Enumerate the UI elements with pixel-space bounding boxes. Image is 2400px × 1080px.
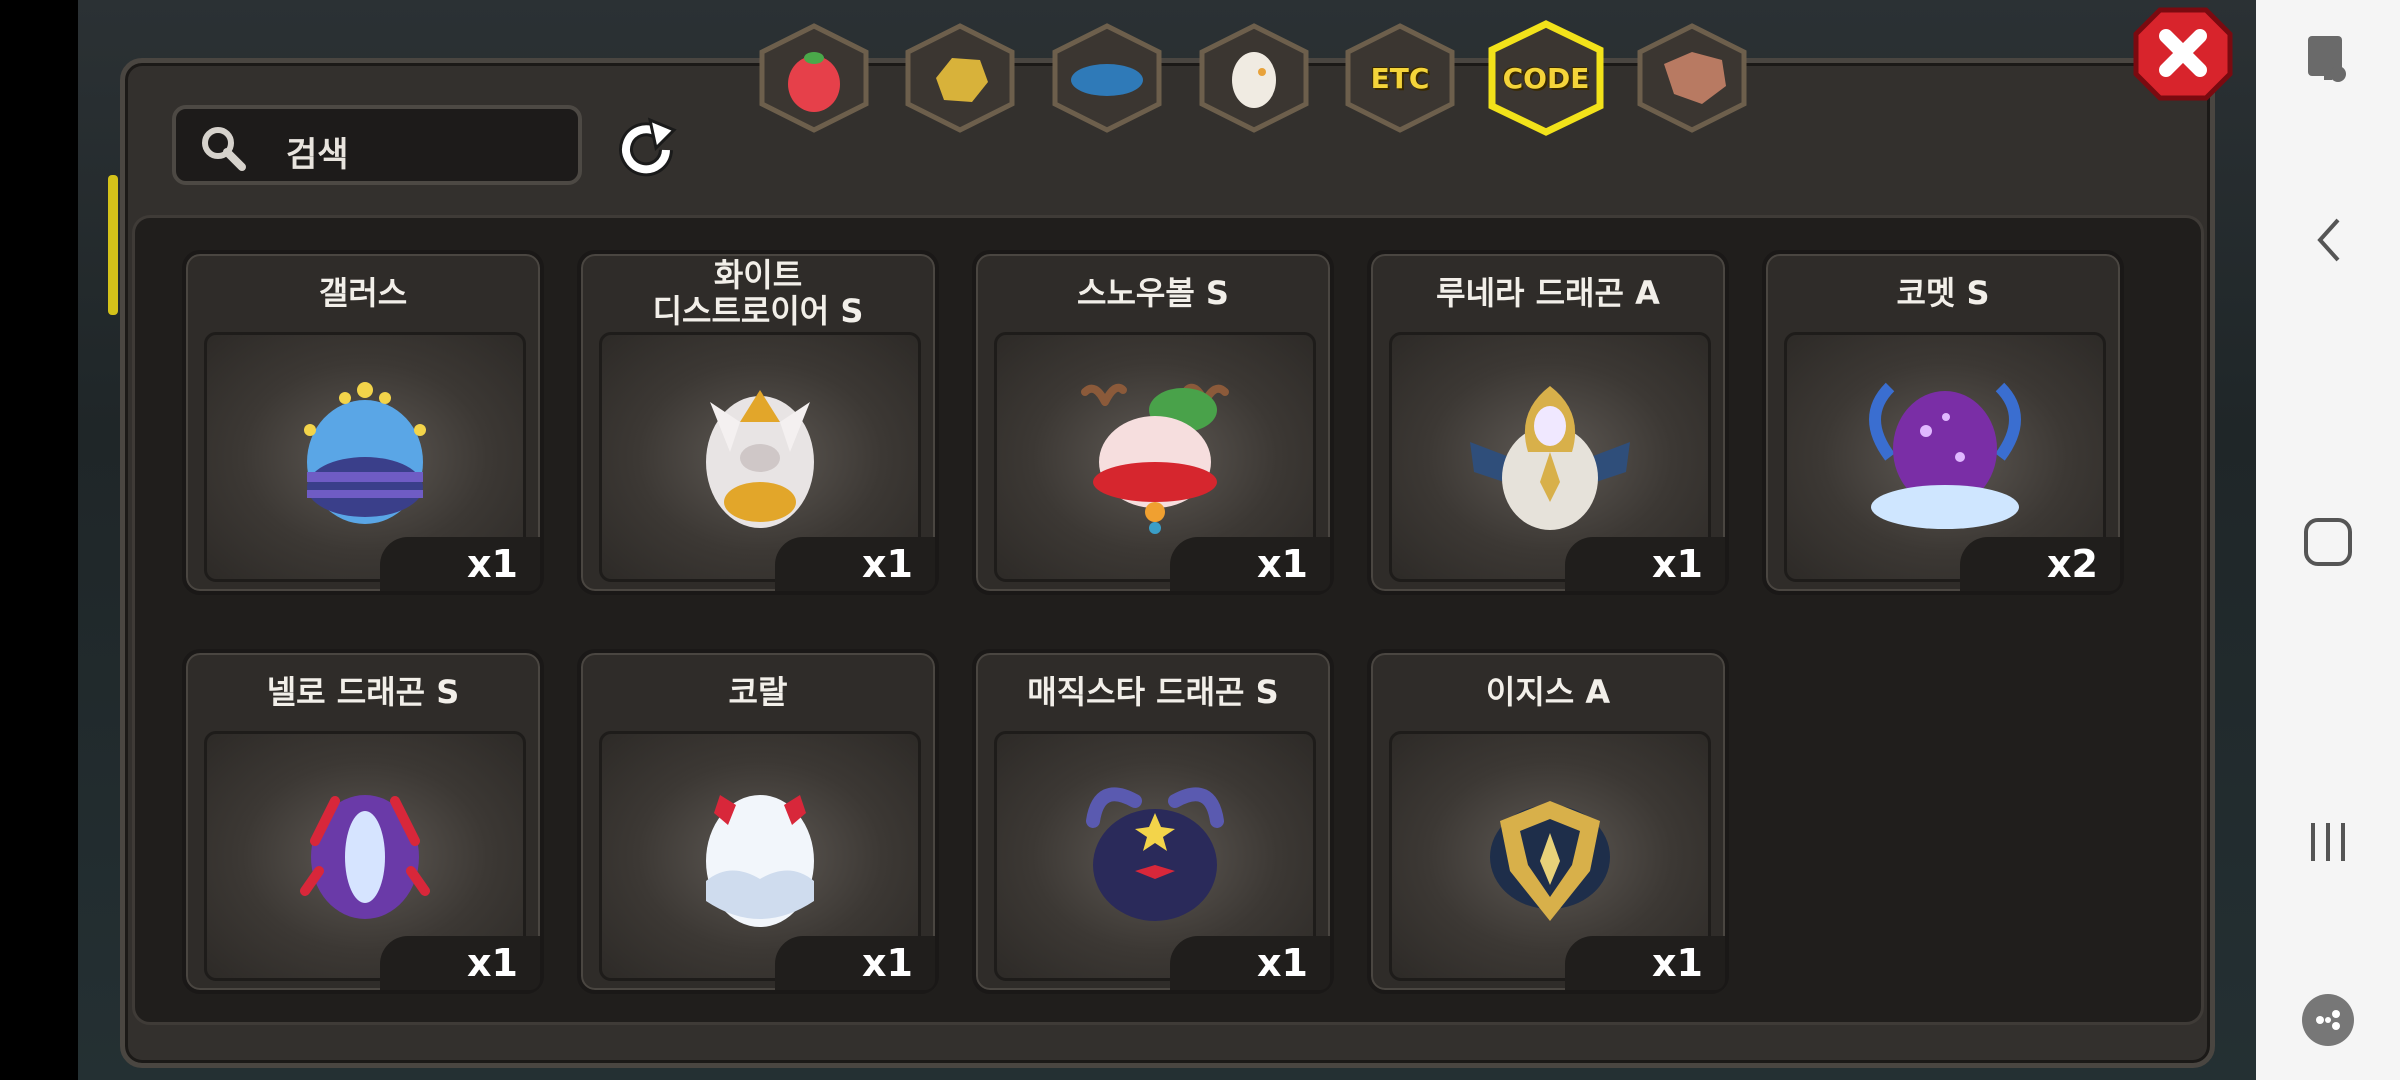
item-name: 화이트 디스트로이어 S (581, 254, 935, 332)
close-icon (2133, 7, 2233, 101)
item-name: 코멧 S (1896, 274, 1990, 312)
search-input[interactable]: 검색 (172, 105, 582, 185)
nello-dragon-egg-icon (300, 795, 430, 920)
lunera-dragon-egg-icon (1470, 386, 1630, 531)
recents-icon[interactable] (2256, 812, 2400, 872)
item-card[interactable]: 이지스 A x1 (1367, 649, 1729, 994)
item-name: 루네라 드래곤 A (1436, 274, 1660, 312)
aegis-egg-icon (1490, 801, 1610, 922)
dragon-head-icon (1637, 23, 1747, 133)
egg-icon (1199, 23, 1309, 133)
gallus-egg-icon (304, 382, 426, 525)
item-card[interactable]: 넬로 드래곤 S x1 (182, 649, 544, 994)
tab-beast[interactable] (1630, 20, 1754, 136)
item-card[interactable]: 스노우볼 S x1 (972, 250, 1334, 595)
item-card[interactable]: 코멧 S x2 (1762, 250, 2124, 595)
item-card[interactable]: 화이트 디스트로이어 S x1 (577, 250, 939, 595)
refresh-button[interactable] (608, 112, 684, 188)
item-quantity: x1 (1170, 936, 1330, 990)
item-name: 코랄 (728, 673, 788, 711)
ore-icon (905, 23, 1015, 133)
item-quantity: x1 (1565, 537, 1725, 591)
item-quantity: x1 (380, 936, 540, 990)
item-quantity: x1 (1565, 936, 1725, 990)
magicstar-dragon-egg-icon (1086, 787, 1224, 922)
search-icon (202, 127, 246, 171)
item-quantity: x1 (1170, 537, 1330, 591)
game-tools-icon[interactable] (2256, 990, 2400, 1050)
close-button[interactable] (2132, 6, 2234, 102)
gesture-hint-icon[interactable] (2256, 28, 2400, 88)
item-name-text: 화이트 디스트로이어 S (652, 256, 864, 330)
home-icon[interactable] (2256, 512, 2400, 572)
item-name: 갤러스 (318, 274, 408, 312)
item-card[interactable]: 코랄 x1 (577, 649, 939, 994)
item-name: 넬로 드래곤 S (266, 673, 460, 711)
item-name: 매직스타 드래곤 S (1027, 673, 1279, 711)
item-quantity: x1 (380, 537, 540, 591)
white-destroyer-egg-icon (706, 390, 814, 529)
comet-egg-icon (1869, 382, 2021, 530)
system-nav-bar (2256, 0, 2400, 1080)
search-placeholder: 검색 (286, 135, 349, 175)
item-name: 이지스 A (1485, 673, 1611, 711)
item-name: 스노우볼 S (1077, 274, 1229, 312)
tab-label: CODE (1502, 61, 1590, 95)
tab-etc[interactable]: ETC (1338, 20, 1462, 136)
item-card[interactable]: 루네라 드래곤 A x1 (1367, 250, 1729, 595)
left-black-edge (0, 0, 78, 1080)
tab-fruit[interactable] (752, 20, 876, 136)
tab-label: ETC (1370, 61, 1430, 95)
snowball-egg-icon (1081, 383, 1229, 535)
item-quantity: x2 (1960, 537, 2120, 591)
background-highlight (108, 175, 118, 315)
refresh-icon (619, 117, 677, 177)
item-card[interactable]: 갤러스 x1 (182, 250, 544, 595)
tab-ore[interactable] (898, 20, 1022, 136)
dragon-scale-icon (1052, 23, 1162, 133)
back-icon[interactable] (2256, 210, 2400, 270)
tab-egg[interactable] (1192, 20, 1316, 136)
item-quantity: x1 (775, 936, 935, 990)
coral-egg-icon (706, 795, 814, 928)
item-quantity: x1 (775, 537, 935, 591)
item-card[interactable]: 매직스타 드래곤 S x1 (972, 649, 1334, 994)
tab-code[interactable]: CODE (1484, 20, 1608, 136)
tab-scale[interactable] (1045, 20, 1169, 136)
fruit-icon (759, 23, 869, 133)
